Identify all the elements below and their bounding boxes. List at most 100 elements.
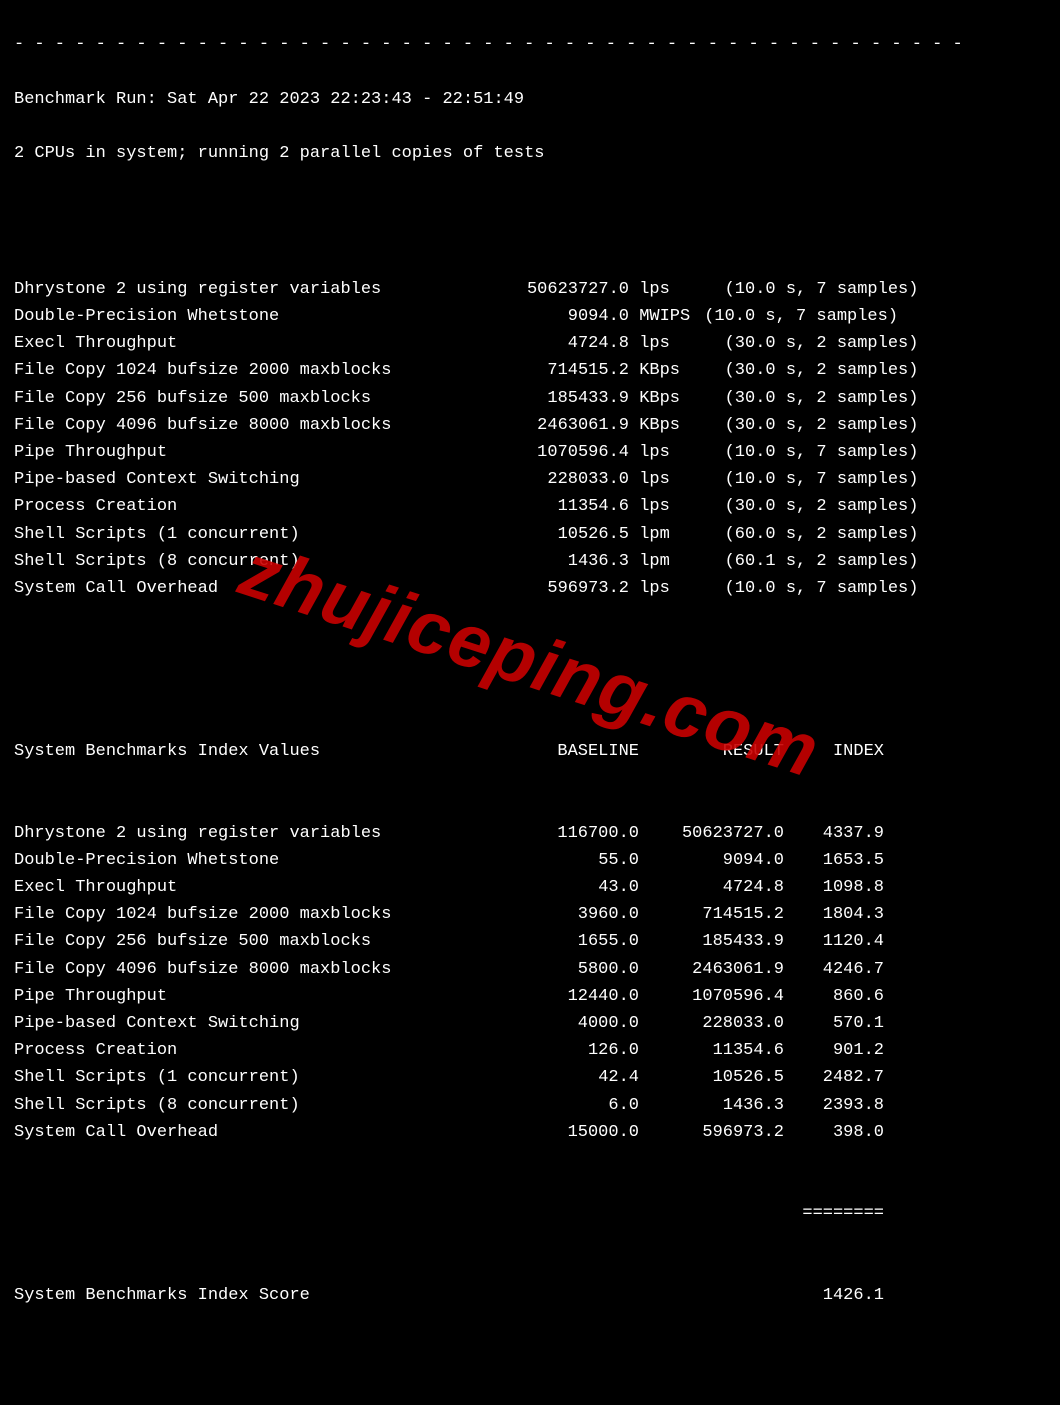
index-value: 1653.5	[784, 847, 884, 874]
index-value: 1098.8	[784, 874, 884, 901]
index-table-row: Pipe-based Context Switching4000.0228033…	[14, 1010, 1046, 1037]
raw-result-row: Pipe-based Context Switching228033.0 lps…	[14, 466, 1046, 493]
index-table-row: Double-Precision Whetstone55.09094.01653…	[14, 847, 1046, 874]
index-table-row: Dhrystone 2 using register variables1167…	[14, 820, 1046, 847]
index-test-name: Shell Scripts (8 concurrent)	[14, 1092, 494, 1119]
index-table-row: File Copy 4096 bufsize 8000 maxblocks580…	[14, 956, 1046, 983]
index-value: 4246.7	[784, 956, 884, 983]
raw-result-row: Shell Scripts (1 concurrent)10526.5 lpm …	[14, 521, 1046, 548]
test-name: Dhrystone 2 using register variables	[14, 276, 494, 303]
test-unit: lpm	[629, 521, 694, 548]
index-value: 2482.7	[784, 1064, 884, 1091]
test-name: Execl Throughput	[14, 330, 494, 357]
raw-result-row: File Copy 256 bufsize 500 maxblocks18543…	[14, 385, 1046, 412]
test-name: Pipe Throughput	[14, 439, 494, 466]
test-name: Process Creation	[14, 493, 494, 520]
test-value: 4724.8	[494, 330, 629, 357]
score-rule: ========	[784, 1200, 884, 1227]
blank-line	[14, 657, 1046, 684]
index-baseline: 4000.0	[494, 1010, 639, 1037]
test-timing: (30.0 s, 2 samples)	[694, 493, 1046, 520]
terminal-output: - - - - - - - - - - - - - - - - - - - - …	[0, 0, 1060, 1405]
test-timing: (30.0 s, 2 samples)	[694, 357, 1046, 384]
test-value: 228033.0	[494, 466, 629, 493]
raw-result-row: System Call Overhead596973.2 lps (10.0 s…	[14, 575, 1046, 602]
test-timing: (30.0 s, 2 samples)	[694, 412, 1046, 439]
index-baseline: 126.0	[494, 1037, 639, 1064]
index-result: 714515.2	[639, 901, 784, 928]
index-table-row: File Copy 256 bufsize 500 maxblocks1655.…	[14, 928, 1046, 955]
index-value: 860.6	[784, 983, 884, 1010]
index-table-row: Process Creation126.011354.6901.2	[14, 1037, 1046, 1064]
test-name: Pipe-based Context Switching	[14, 466, 494, 493]
index-test-name: Pipe-based Context Switching	[14, 1010, 494, 1037]
raw-result-row: Shell Scripts (8 concurrent)1436.3 lpm (…	[14, 548, 1046, 575]
test-unit: KBps	[629, 412, 694, 439]
score-row: System Benchmarks Index Score 1426.1	[14, 1282, 1046, 1309]
blank-line	[14, 194, 1046, 221]
test-value: 50623727.0	[494, 276, 629, 303]
index-baseline: 5800.0	[494, 956, 639, 983]
test-unit: lpm	[629, 548, 694, 575]
index-baseline: 6.0	[494, 1092, 639, 1119]
index-baseline: 3960.0	[494, 901, 639, 928]
index-test-name: File Copy 1024 bufsize 2000 maxblocks	[14, 901, 494, 928]
index-value: 2393.8	[784, 1092, 884, 1119]
test-name: File Copy 256 bufsize 500 maxblocks	[14, 385, 494, 412]
test-name: File Copy 4096 bufsize 8000 maxblocks	[14, 412, 494, 439]
index-result: 9094.0	[639, 847, 784, 874]
raw-results-block: Dhrystone 2 using register variables5062…	[14, 276, 1046, 602]
score-value: 1426.1	[784, 1282, 884, 1309]
test-unit: lps	[629, 276, 694, 303]
test-timing: (10.0 s, 7 samples)	[694, 276, 1046, 303]
index-value: 4337.9	[784, 820, 884, 847]
index-test-name: Dhrystone 2 using register variables	[14, 820, 494, 847]
test-unit: lps	[629, 330, 694, 357]
index-test-name: File Copy 4096 bufsize 8000 maxblocks	[14, 956, 494, 983]
index-value: 1804.3	[784, 901, 884, 928]
index-value: 398.0	[784, 1119, 884, 1146]
test-unit: lps	[629, 466, 694, 493]
test-unit: lps	[629, 575, 694, 602]
index-table-row: Execl Throughput43.04724.81098.8	[14, 874, 1046, 901]
index-baseline: 42.4	[494, 1064, 639, 1091]
test-unit: lps	[629, 493, 694, 520]
index-header-baseline: BASELINE	[494, 738, 639, 765]
index-table-row: Shell Scripts (1 concurrent)42.410526.52…	[14, 1064, 1046, 1091]
raw-result-row: Pipe Throughput1070596.4 lps (10.0 s, 7 …	[14, 439, 1046, 466]
index-test-name: Shell Scripts (1 concurrent)	[14, 1064, 494, 1091]
index-result: 596973.2	[639, 1119, 784, 1146]
test-unit: MWIPS	[629, 303, 694, 330]
test-value: 714515.2	[494, 357, 629, 384]
index-result: 10526.5	[639, 1064, 784, 1091]
test-timing: (10.0 s, 7 samples)	[694, 439, 1046, 466]
index-result: 50623727.0	[639, 820, 784, 847]
test-name: File Copy 1024 bufsize 2000 maxblocks	[14, 357, 494, 384]
index-test-name: Process Creation	[14, 1037, 494, 1064]
index-result: 11354.6	[639, 1037, 784, 1064]
raw-result-row: Double-Precision Whetstone9094.0 MWIPS (…	[14, 303, 1046, 330]
test-unit: KBps	[629, 385, 694, 412]
test-value: 185433.9	[494, 385, 629, 412]
raw-result-row: Process Creation11354.6 lps (30.0 s, 2 s…	[14, 493, 1046, 520]
index-table-header: System Benchmarks Index Values BASELINE …	[14, 738, 1046, 765]
index-header-result: RESULT	[639, 738, 784, 765]
cpu-info-line: 2 CPUs in system; running 2 parallel cop…	[14, 140, 1046, 167]
raw-result-row: File Copy 4096 bufsize 8000 maxblocks246…	[14, 412, 1046, 439]
test-value: 596973.2	[494, 575, 629, 602]
index-result: 2463061.9	[639, 956, 784, 983]
index-baseline: 116700.0	[494, 820, 639, 847]
index-result: 185433.9	[639, 928, 784, 955]
raw-result-row: Execl Throughput4724.8 lps (30.0 s, 2 sa…	[14, 330, 1046, 357]
index-test-name: Double-Precision Whetstone	[14, 847, 494, 874]
score-label: System Benchmarks Index Score	[14, 1282, 494, 1309]
index-value: 1120.4	[784, 928, 884, 955]
index-result: 4724.8	[639, 874, 784, 901]
test-value: 2463061.9	[494, 412, 629, 439]
raw-result-row: Dhrystone 2 using register variables5062…	[14, 276, 1046, 303]
test-timing: (30.0 s, 2 samples)	[694, 330, 1046, 357]
index-result: 1070596.4	[639, 983, 784, 1010]
test-unit: KBps	[629, 357, 694, 384]
test-timing: (60.0 s, 2 samples)	[694, 521, 1046, 548]
test-name: Shell Scripts (8 concurrent)	[14, 548, 494, 575]
